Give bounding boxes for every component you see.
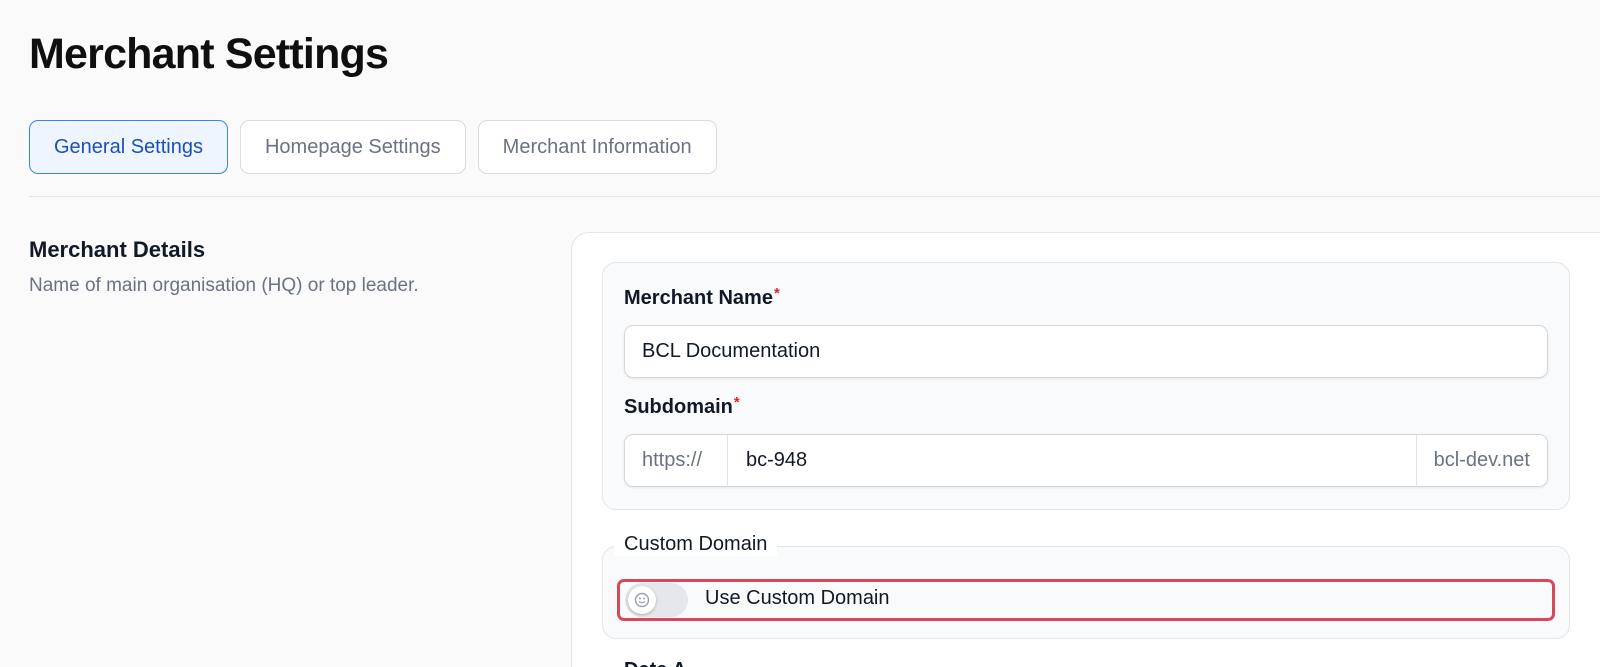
tab-general-settings[interactable]: General Settings (29, 120, 228, 174)
tab-merchant-information[interactable]: Merchant Information (477, 120, 717, 174)
section-description: Name of main organisation (HQ) or top le… (29, 275, 419, 296)
required-marker: * (733, 394, 740, 411)
tabs-divider (29, 196, 1600, 197)
settings-tabs: General Settings Homepage Settings Merch… (29, 120, 717, 174)
subdomain-input[interactable] (728, 435, 1416, 486)
tab-homepage-settings[interactable]: Homepage Settings (239, 120, 466, 174)
use-custom-domain-toggle[interactable] (625, 583, 688, 617)
custom-domain-legend: Custom Domain (614, 533, 778, 556)
page-title: Merchant Settings (29, 30, 389, 78)
subdomain-label: Subdomain* (624, 394, 740, 419)
subdomain-field: https:// bcl-dev.net (624, 434, 1548, 487)
use-custom-domain-label[interactable]: Use Custom Domain (705, 587, 890, 610)
merchant-name-input[interactable] (624, 325, 1548, 378)
subdomain-suffix: bcl-dev.net (1415, 435, 1547, 486)
merchant-name-label-text: Merchant Name (624, 287, 773, 309)
merchant-name-label: Merchant Name* (624, 285, 780, 310)
settings-page: Merchant Settings General Settings Homep… (0, 0, 1600, 667)
subdomain-prefix: https:// (625, 435, 728, 486)
subdomain-label-text: Subdomain (624, 396, 733, 418)
section-title: Merchant Details (29, 237, 206, 262)
toggle-knob (628, 586, 656, 614)
required-marker: * (773, 285, 780, 302)
smiley-icon (634, 592, 650, 608)
next-field-label: Date A (624, 659, 687, 667)
